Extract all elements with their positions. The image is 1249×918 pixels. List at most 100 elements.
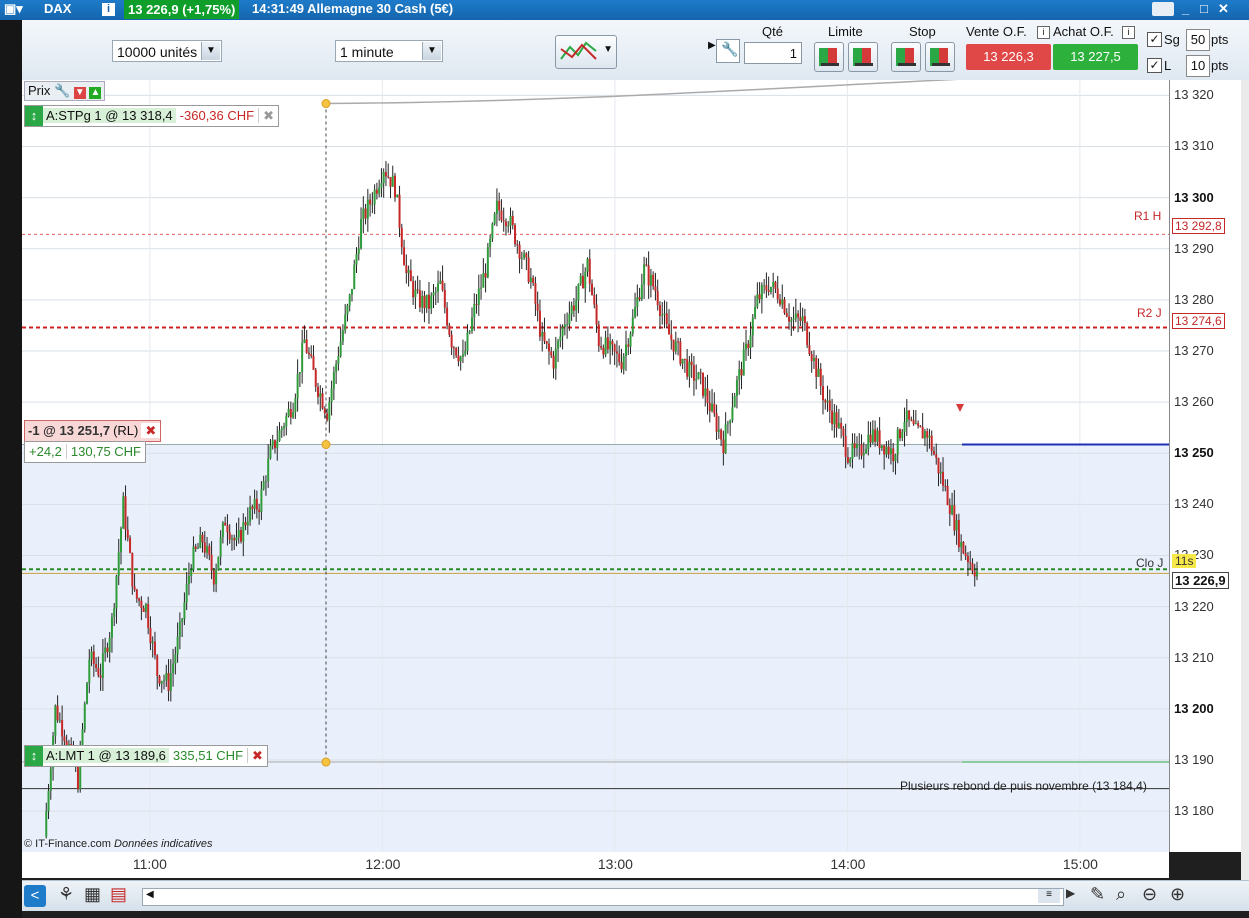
drag-handle-icon[interactable]: ↕	[25, 106, 43, 126]
position-tag: (RL)	[113, 423, 139, 438]
close-icon[interactable]: ✖	[247, 748, 267, 763]
candle-body	[477, 288, 480, 305]
candle-body	[233, 538, 236, 541]
candle-body	[878, 430, 881, 449]
drag-handle-icon[interactable]: ↕	[25, 746, 43, 766]
candle-body	[292, 412, 295, 418]
grid-icon[interactable]: ▦	[84, 884, 101, 905]
candle-body	[822, 386, 825, 401]
info-icon[interactable]: i	[102, 3, 115, 16]
scroll-thumb[interactable]: ≡	[1038, 889, 1060, 903]
period-select[interactable]: 1 minute ▼	[335, 40, 443, 62]
candle-body	[317, 386, 320, 397]
sg-label: Sg	[1164, 32, 1180, 47]
trade-marker	[956, 404, 964, 412]
y-tick-label: 13 260	[1174, 394, 1214, 410]
l-points-input[interactable]: 10	[1186, 55, 1210, 77]
candle-body	[199, 534, 202, 548]
candle-body	[756, 294, 759, 307]
chart-type-button[interactable]: ▼	[555, 35, 617, 69]
candle-body	[928, 435, 931, 438]
sg-checkbox[interactable]: ✓	[1147, 32, 1162, 47]
candle-body	[471, 317, 474, 331]
candle-body	[937, 457, 940, 474]
zoom-fit-icon[interactable]: ⌕	[1116, 884, 1126, 905]
candle-body	[550, 351, 553, 356]
candle-body	[742, 349, 745, 376]
limit-sell-button[interactable]	[848, 42, 878, 72]
candle-body	[160, 681, 163, 684]
scroll-left-icon[interactable]: ◀	[146, 889, 154, 900]
candle-body	[264, 481, 267, 483]
minimize-button[interactable]: _	[1182, 1, 1189, 16]
units-select[interactable]: 10000 unités ▼	[112, 40, 222, 62]
buy-button[interactable]: 13 227,5	[1053, 44, 1138, 70]
tools-icon[interactable]: ✎	[1090, 884, 1105, 905]
info-icon[interactable]: i	[1037, 26, 1050, 39]
candle-body	[92, 651, 95, 664]
indicator-icon[interactable]: ▤	[110, 884, 127, 905]
candle-body	[966, 555, 969, 563]
candle-body	[738, 369, 741, 381]
candle-body	[629, 333, 632, 347]
candle-body	[871, 429, 874, 443]
arrow-up-icon[interactable]: ▲	[89, 87, 102, 99]
candle-body	[545, 341, 548, 344]
chart-plot-area[interactable]: Prix 🔧 ▼ ▲ ↕ A:STPg 1 @ 13 318,4 -360,36 C…	[22, 80, 1169, 852]
candle-body	[516, 244, 519, 246]
stop-order-label[interactable]: ↕ A:STPg 1 @ 13 318,4 -360,36 CHF ✖	[24, 105, 279, 127]
candle-body	[403, 247, 406, 266]
candle-body	[321, 393, 324, 409]
position-text: -1 @ 13 251,7	[28, 423, 111, 438]
candle-body	[414, 289, 417, 298]
stop-sell-button[interactable]	[925, 42, 955, 72]
position-label[interactable]: -1 @ 13 251,7 (RL) ✖	[24, 420, 162, 442]
qty-input[interactable]: 1	[744, 42, 802, 64]
zoom-in-icon[interactable]: ⊕	[1170, 884, 1185, 905]
candle-body	[695, 379, 698, 381]
candle-body	[769, 286, 772, 292]
candle-body	[461, 354, 464, 357]
candle-body	[964, 553, 967, 556]
candle-body	[151, 641, 154, 644]
price-chart[interactable]	[22, 80, 1169, 852]
keyboard-icon[interactable]	[1152, 2, 1174, 16]
l-checkbox[interactable]: ✓	[1147, 58, 1162, 73]
support-label: Plusieurs rebond de puis novembre (13 18…	[900, 779, 1147, 793]
arrow-down-icon[interactable]: ▼	[73, 87, 86, 99]
price-axis[interactable]: 13 320 13 310 13 300 13 290 13 280 13 270 13 2…	[1169, 80, 1242, 852]
candle-body	[348, 294, 351, 306]
scroll-right-icon[interactable]: ▶	[1066, 886, 1075, 900]
sg-points-input[interactable]: 50	[1186, 29, 1210, 51]
candle-body	[731, 407, 734, 421]
window-menu-icon[interactable]: ▣▾	[4, 1, 23, 17]
instrument-name[interactable]: DAX	[44, 1, 71, 16]
candle-body	[901, 431, 904, 439]
candle-body	[708, 403, 711, 412]
candle-body	[235, 537, 238, 541]
close-icon[interactable]: ✖	[141, 423, 161, 438]
wrench-icon[interactable]: 🔧	[54, 83, 70, 98]
limit-order-label[interactable]: ↕ A:LMT 1 @ 13 189,6 335,51 CHF ✖	[24, 745, 268, 767]
zoom-out-icon[interactable]: ⊖	[1142, 884, 1157, 905]
candle-body	[751, 317, 754, 336]
share-icon[interactable]: <	[24, 885, 46, 907]
stop-buy-button[interactable]	[891, 42, 921, 72]
chart-header: Prix 🔧 ▼ ▲	[24, 81, 106, 101]
sell-button[interactable]: 13 226,3	[966, 44, 1051, 70]
tree-icon[interactable]: ⚘	[58, 884, 74, 905]
wrench-icon[interactable]: 🔧	[716, 39, 740, 63]
expand-icon[interactable]: ▶	[708, 40, 716, 51]
candle-body	[844, 435, 847, 457]
candle-body	[883, 445, 886, 455]
candle-body	[683, 358, 686, 360]
candle-body	[767, 290, 770, 292]
candle-body	[486, 247, 489, 278]
time-scrollbar[interactable]: ◀ ≡	[142, 888, 1064, 906]
maximize-button[interactable]: □	[1200, 1, 1208, 16]
limit-buy-button[interactable]	[814, 42, 844, 72]
close-icon[interactable]: ✖	[258, 108, 278, 123]
info-icon[interactable]: i	[1122, 26, 1135, 39]
candle-body	[228, 532, 231, 540]
close-button[interactable]: ✕	[1218, 1, 1229, 17]
